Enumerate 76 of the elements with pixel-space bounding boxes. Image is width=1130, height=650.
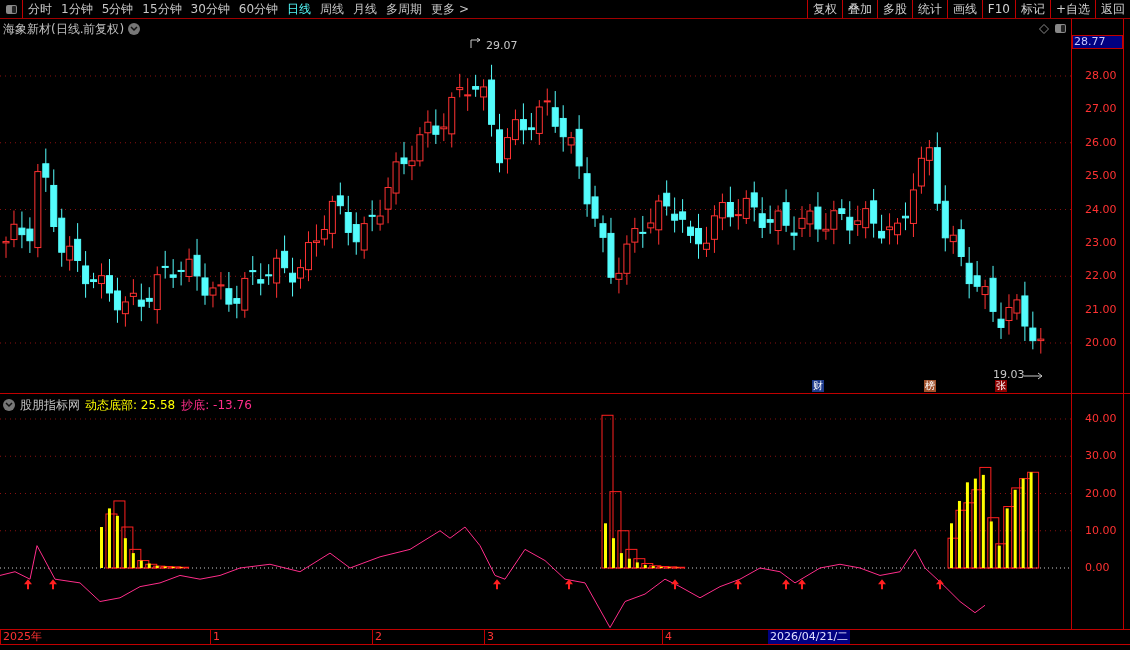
toolbar-button[interactable]: 复权 — [806, 0, 842, 18]
axis-label: 40.00 — [1085, 411, 1117, 427]
filled-bar — [115, 515, 119, 568]
filled-bar — [611, 538, 615, 568]
panel-toggle-icon[interactable] — [1055, 24, 1066, 33]
toolbar-button[interactable]: +自选 — [1049, 0, 1095, 18]
toolbar-button[interactable]: F10 — [981, 0, 1015, 18]
axis-label: 26.00 — [1085, 134, 1117, 151]
axis-label: 10.00 — [1085, 522, 1117, 539]
filled-bar — [957, 500, 961, 568]
filled-bar — [147, 563, 151, 568]
axis-label: 20.00 — [1085, 485, 1117, 502]
period-tab[interactable]: 周线 — [320, 0, 345, 18]
event-badge: 财 — [812, 380, 824, 392]
toolbar-button[interactable]: 多股 — [876, 0, 912, 18]
time-label: 3 — [484, 630, 494, 644]
axis-label: 27.00 — [1085, 101, 1117, 118]
filled-bar — [100, 527, 103, 568]
filled-bar — [950, 523, 953, 568]
toolbar-button[interactable]: 返回 — [1095, 0, 1130, 18]
indicator-value: 动态底部: 25.58 — [85, 397, 176, 414]
panel-toggle-icon[interactable] — [5, 4, 17, 14]
current-price-label: 28.77 — [1072, 35, 1123, 49]
period-tab[interactable]: 5分钟 — [101, 0, 134, 18]
low-price-label: 19.03 — [993, 369, 1025, 380]
toolbar-button[interactable]: 标记 — [1014, 0, 1050, 18]
filled-bar — [1005, 508, 1009, 568]
filled-bar — [155, 565, 159, 568]
period-tab[interactable]: 15分钟 — [142, 0, 182, 18]
axis-label: 28.00 — [1085, 68, 1117, 84]
chart-title: 海象新材(日线.前复权) — [3, 21, 125, 38]
filled-bar — [989, 521, 993, 568]
axis-label: 24.00 — [1085, 201, 1117, 218]
period-tab[interactable]: 30分钟 — [190, 0, 230, 18]
filled-bar — [131, 553, 135, 568]
time-label: 1 — [210, 630, 220, 644]
filled-bar — [139, 560, 143, 568]
filled-bar — [604, 523, 607, 568]
outline-bar — [963, 502, 976, 569]
indicator-value: 抄底: -13.76 — [181, 397, 252, 414]
chevron-down-icon[interactable] — [3, 399, 15, 411]
low-arrow-icon — [1024, 372, 1044, 380]
axis-label: 25.00 — [1085, 168, 1117, 185]
time-label: 4 — [662, 630, 672, 644]
axis-label: 0.00 — [1085, 560, 1110, 576]
event-badge: 榜 — [924, 380, 936, 392]
chevron-down-icon[interactable] — [128, 23, 141, 35]
period-tab[interactable]: 分时 — [28, 0, 52, 18]
axis-label: 20.00 — [1085, 335, 1117, 351]
axis-label: 21.00 — [1085, 301, 1117, 318]
time-label: 2025年 — [0, 630, 42, 644]
toolbar-button[interactable]: 统计 — [911, 0, 947, 18]
time-label: 2 — [372, 630, 382, 644]
period-tab[interactable]: 1分钟 — [61, 0, 93, 18]
cursor-date-label: 2026/04/21/二 — [768, 630, 851, 644]
filled-bar — [643, 565, 647, 568]
toolbar-button[interactable]: 画线 — [946, 0, 982, 18]
outline-bar — [105, 513, 118, 569]
axis-label: 23.00 — [1085, 234, 1117, 251]
indicator-name: 股朋指标网 — [20, 397, 80, 414]
period-tab[interactable]: 日线 — [287, 0, 312, 18]
filled-bar — [627, 558, 631, 568]
filled-bar — [123, 538, 127, 568]
period-tab[interactable]: 月线 — [353, 0, 378, 18]
filled-bar — [107, 508, 111, 568]
filled-bar — [997, 545, 1001, 568]
event-badge: 张 — [995, 380, 1007, 392]
period-tab[interactable]: 多周期 — [386, 0, 423, 18]
axis-label: 30.00 — [1085, 448, 1117, 465]
filled-bar — [635, 562, 639, 568]
period-tab[interactable]: 更多 > — [431, 0, 469, 18]
axis-label: 22.00 — [1085, 268, 1117, 285]
toolbar-button[interactable]: 叠加 — [841, 0, 877, 18]
high-price-label: 29.07 — [486, 38, 518, 54]
period-tab[interactable]: 60分钟 — [238, 0, 279, 18]
filled-bar — [619, 553, 623, 568]
